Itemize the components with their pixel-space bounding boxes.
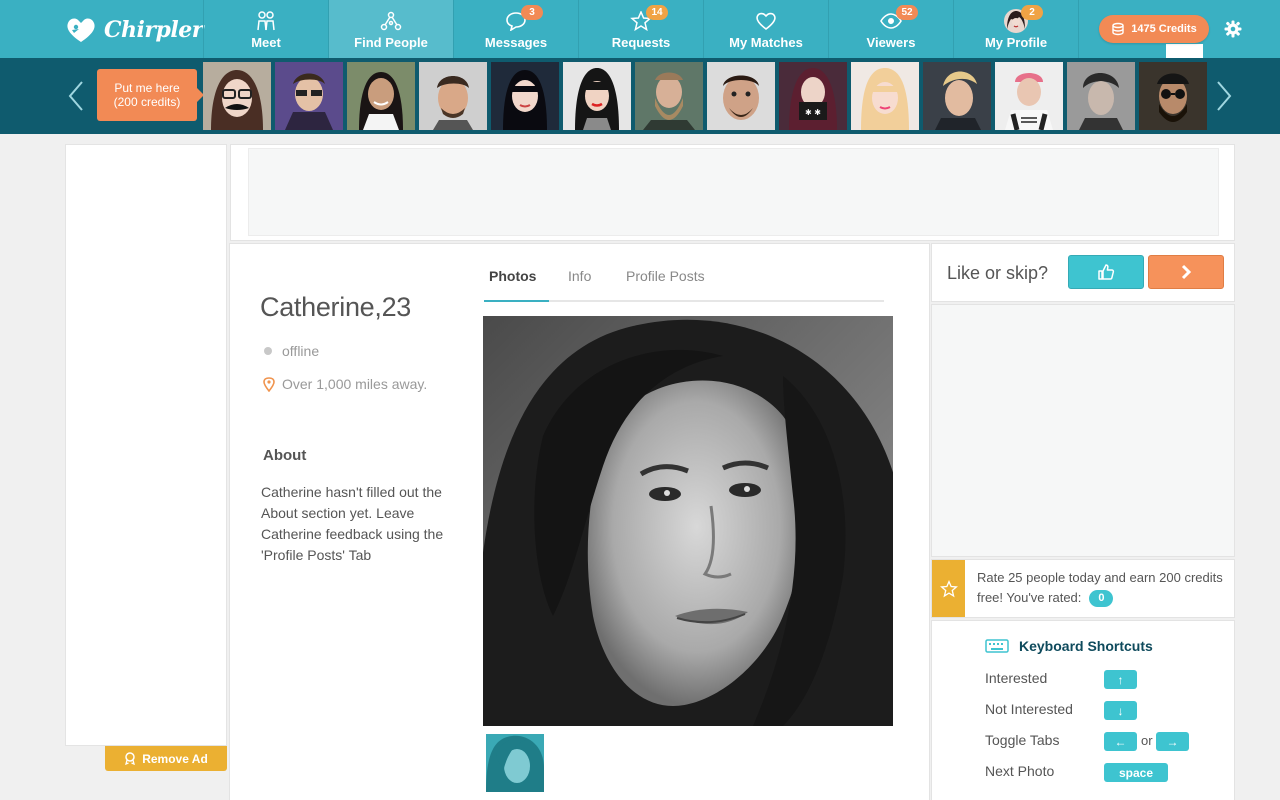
person-thumbnail[interactable] (707, 62, 775, 130)
credits-label: 1475 Credits (1131, 23, 1197, 35)
person-thumbnail[interactable] (347, 62, 415, 130)
key-space: space (1104, 763, 1168, 782)
keyboard-shortcuts-title: Keyboard Shortcuts (985, 638, 1153, 654)
put-me-here-button[interactable]: Put me here (200 credits) (97, 69, 204, 121)
promo-line-2: (200 credits) (113, 95, 181, 109)
profile-badge: 2 (1021, 5, 1043, 20)
tab-my-profile[interactable]: 2 My Profile (953, 0, 1078, 58)
credits-tab-indicator (1166, 44, 1203, 58)
person-thumbnail[interactable]: ✱ ✱ (779, 62, 847, 130)
person-thumbnail[interactable] (275, 62, 343, 130)
left-ad-space (65, 144, 227, 746)
credits-button[interactable]: 1475 Credits (1099, 15, 1209, 43)
remove-ad-button[interactable]: Remove Ad (105, 746, 227, 771)
tab-find-people[interactable]: Find People (328, 0, 453, 58)
key-right: → (1156, 732, 1189, 751)
key-left: ← (1104, 732, 1137, 751)
keyboard-icon (985, 639, 1009, 653)
requests-badge: 14 (646, 5, 668, 20)
like-or-skip-panel: Like or skip? (931, 243, 1235, 302)
status-text: offline (282, 343, 320, 359)
top-nav: Chirpler Meet Find People 3 Messages 14 … (0, 0, 1280, 58)
gear-icon[interactable] (1224, 20, 1242, 43)
chevron-right-icon[interactable] (1214, 80, 1234, 117)
chevron-right-icon (1181, 264, 1192, 280)
coins-icon (1112, 22, 1124, 36)
status-dot-icon (264, 347, 272, 355)
person-thumbnail[interactable] (635, 62, 703, 130)
ribbon-icon (125, 752, 136, 765)
like-prompt: Like or skip? (947, 263, 1049, 283)
about-heading: About (263, 447, 307, 464)
tab-info[interactable]: Info (568, 268, 591, 284)
tab-label: Requests (611, 35, 671, 50)
location-pin-icon (263, 376, 275, 392)
tab-my-matches[interactable]: My Matches (703, 0, 828, 58)
person-thumbnail[interactable] (1067, 62, 1135, 130)
tab-label: Find People (354, 35, 428, 50)
tab-label: Meet (251, 35, 281, 50)
shortcuts-title: Keyboard Shortcuts (1019, 638, 1153, 654)
featured-people-strip: Put me here (200 credits) ✱ ✱ (0, 58, 1280, 134)
rated-count-badge: 0 (1089, 590, 1114, 608)
online-status: offline (264, 343, 319, 359)
tab-label: My Matches (729, 35, 803, 50)
rate-challenge: Rate 25 people today and earn 200 credit… (931, 559, 1235, 618)
promo-line-1: Put me here (114, 81, 180, 95)
tab-label: Messages (484, 35, 548, 50)
people-icon (255, 10, 277, 32)
network-icon (380, 10, 402, 32)
distance: Over 1,000 miles away. (263, 376, 427, 392)
right-ad-space (931, 304, 1235, 557)
thumbs-up-icon (1098, 264, 1115, 280)
rate-text-block: Rate 25 people today and earn 200 credit… (977, 568, 1227, 608)
top-ad-banner (230, 144, 1235, 241)
heart-icon (755, 10, 777, 32)
photo-thumbnail[interactable] (486, 734, 544, 792)
profile-name: Catherine,23 (260, 292, 412, 322)
skip-button[interactable] (1148, 255, 1224, 289)
chevron-left-icon[interactable] (66, 80, 86, 117)
person-thumbnail[interactable] (923, 62, 991, 130)
remove-ad-label: Remove Ad (142, 751, 208, 766)
bird-heart-icon (67, 18, 95, 42)
shortcut-or: or (1141, 733, 1153, 748)
person-thumbnail[interactable] (203, 62, 271, 130)
person-thumbnail[interactable] (851, 62, 919, 130)
star-icon (932, 560, 965, 617)
person-thumbnail[interactable] (563, 62, 631, 130)
distance-text: Over 1,000 miles away. (282, 376, 428, 392)
banner-ad-slot (248, 148, 1219, 236)
profile-tabs: Photos Info Profile Posts (484, 256, 884, 302)
svg-text:✱ ✱: ✱ ✱ (805, 108, 821, 117)
tab-photos[interactable]: Photos (489, 268, 536, 284)
shortcut-label-toggle-tabs: Toggle Tabs (985, 732, 1060, 748)
tab-messages[interactable]: 3 Messages (453, 0, 578, 58)
like-button[interactable] (1068, 255, 1144, 289)
tab-label: My Profile (984, 35, 1048, 50)
shortcut-label-next-photo: Next Photo (985, 763, 1055, 779)
shortcut-label-interested: Interested (985, 670, 1048, 686)
tab-label: Viewers (866, 35, 916, 50)
tab-requests[interactable]: 14 Requests (578, 0, 703, 58)
person-thumbnail[interactable] (1139, 62, 1207, 130)
chirpler-logo[interactable]: Chirpler (64, 14, 203, 46)
shortcut-label-not-interested: Not Interested (985, 701, 1073, 717)
tab-meet[interactable]: Meet (203, 0, 328, 58)
person-thumbnail[interactable] (995, 62, 1063, 130)
person-thumbnail[interactable] (491, 62, 559, 130)
app-name: Chirpler (104, 17, 203, 43)
tab-viewers[interactable]: 52 Viewers (828, 0, 953, 58)
viewers-badge: 52 (896, 5, 918, 20)
about-text: Catherine hasn't filled out the About se… (261, 484, 444, 563)
key-down: ↓ (1104, 701, 1137, 720)
keyboard-shortcuts-panel: Keyboard Shortcuts Interested ↑ Not Inte… (931, 620, 1235, 800)
messages-badge: 3 (521, 5, 543, 20)
tab-profile-posts[interactable]: Profile Posts (626, 268, 705, 284)
key-up: ↑ (1104, 670, 1137, 689)
active-tab-indicator (484, 300, 549, 302)
main-profile-photo[interactable] (483, 316, 893, 726)
person-thumbnail[interactable] (419, 62, 487, 130)
profile-card: Catherine,23 offline Over 1,000 miles aw… (229, 243, 930, 800)
